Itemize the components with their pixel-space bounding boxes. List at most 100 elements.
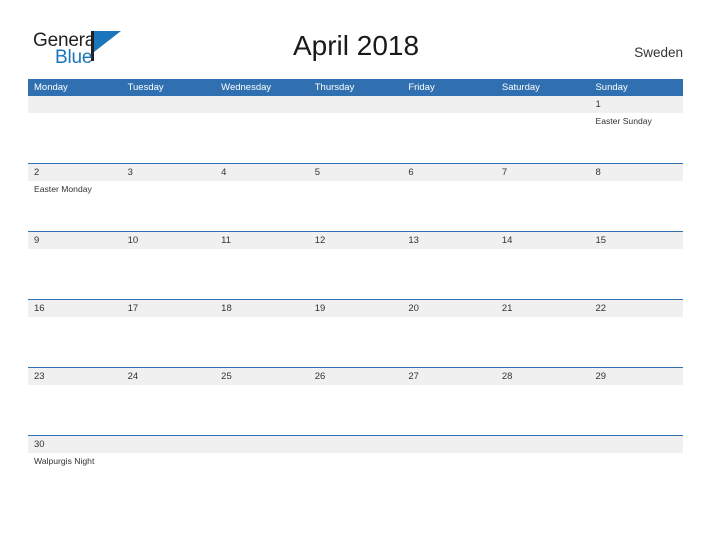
day-number-empty [496, 96, 590, 113]
day-cell-events [589, 249, 683, 299]
calendar-week-row: 16 17 18 19 20 21 22 [28, 299, 683, 367]
day-number-empty [589, 436, 683, 453]
weekday-header-thursday: Thursday [314, 82, 355, 93]
day-number-7[interactable]: 7 [496, 164, 590, 181]
calendar-week-row: 2 3 4 5 6 7 8 Easter Monday [28, 163, 683, 231]
day-cell-events [589, 317, 683, 367]
day-number-25[interactable]: 25 [215, 368, 309, 385]
day-number-empty [496, 436, 590, 453]
day-number-11[interactable]: 11 [215, 232, 309, 249]
weekday-header-tuesday: Tuesday [127, 82, 164, 93]
week-date-band: 16 17 18 19 20 21 22 [28, 300, 683, 317]
day-cell-events [122, 385, 216, 435]
calendar-week-row: 9 10 11 12 13 14 15 [28, 231, 683, 299]
day-number-20[interactable]: 20 [402, 300, 496, 317]
weekday-header-row: Monday Tuesday Wednesday Thursday Friday Satu… [28, 79, 683, 96]
day-cell-events [496, 453, 590, 473]
day-cell-events [309, 249, 403, 299]
day-cell-events [122, 317, 216, 367]
day-cell-events [496, 249, 590, 299]
day-number-19[interactable]: 19 [309, 300, 403, 317]
calendar-week-row: 30 Walpurgis Night [28, 435, 683, 473]
day-number-empty [215, 96, 309, 113]
week-date-band: 1 [28, 96, 683, 113]
week-date-band: 23 24 25 26 27 28 29 [28, 368, 683, 385]
day-number-15[interactable]: 15 [589, 232, 683, 249]
day-cell-events [496, 317, 590, 367]
day-cell-events [215, 385, 309, 435]
day-cell-events [589, 181, 683, 231]
day-number-18[interactable]: 18 [215, 300, 309, 317]
day-number-6[interactable]: 6 [402, 164, 496, 181]
day-number-1[interactable]: 1 [589, 96, 683, 113]
day-cell-events [215, 249, 309, 299]
day-number-3[interactable]: 3 [122, 164, 216, 181]
day-number-17[interactable]: 17 [122, 300, 216, 317]
day-cell-events [589, 385, 683, 435]
holiday-label: Walpurgis Night [34, 456, 95, 466]
day-number-14[interactable]: 14 [496, 232, 590, 249]
day-cell-events: Easter Sunday [589, 113, 683, 163]
week-event-band: Easter Sunday [28, 113, 683, 163]
day-cell-events [309, 453, 403, 473]
day-number-23[interactable]: 23 [28, 368, 122, 385]
day-cell-events [122, 113, 216, 163]
day-cell-events [215, 453, 309, 473]
day-cell-events [496, 113, 590, 163]
day-cell-events [215, 181, 309, 231]
day-cell-events [215, 317, 309, 367]
holiday-label: Easter Sunday [595, 116, 652, 126]
day-cell-events [122, 453, 216, 473]
day-number-22[interactable]: 22 [589, 300, 683, 317]
day-cell-events [402, 317, 496, 367]
day-number-empty [122, 96, 216, 113]
day-cell-events [402, 385, 496, 435]
week-event-band: Walpurgis Night [28, 453, 683, 473]
day-number-27[interactable]: 27 [402, 368, 496, 385]
day-number-21[interactable]: 21 [496, 300, 590, 317]
day-cell-events [28, 317, 122, 367]
week-date-band: 9 10 11 12 13 14 15 [28, 232, 683, 249]
day-cell-events [496, 385, 590, 435]
day-number-empty [215, 436, 309, 453]
page-title: April 2018 [292, 30, 420, 61]
day-cell-events [309, 385, 403, 435]
week-event-band: Easter Monday [28, 181, 683, 231]
day-number-empty [309, 96, 403, 113]
day-number-empty [122, 436, 216, 453]
day-cell-events [402, 453, 496, 473]
week-event-band [28, 249, 683, 299]
calendar-week-row: 1 Easter Sunday [28, 96, 683, 163]
day-number-2[interactable]: 2 [28, 164, 122, 181]
day-cell-events [402, 249, 496, 299]
day-number-29[interactable]: 29 [589, 368, 683, 385]
day-number-13[interactable]: 13 [402, 232, 496, 249]
day-cell-events [309, 317, 403, 367]
day-cell-events [402, 181, 496, 231]
day-cell-events [496, 181, 590, 231]
weekday-header-wednesday: Wednesday [221, 82, 272, 93]
calendar-page: General Blue April 2018 Sweden Monday Tue… [0, 0, 712, 550]
day-number-24[interactable]: 24 [122, 368, 216, 385]
page-header: General Blue April 2018 Sweden [0, 0, 712, 76]
weekday-header-sunday: Sunday [595, 82, 628, 93]
day-cell-events [28, 249, 122, 299]
day-number-5[interactable]: 5 [309, 164, 403, 181]
calendar-week-rows: 1 Easter Sunday 2 3 4 5 6 7 8 Easter Monday 9 10 11 1… [28, 96, 683, 473]
day-number-30[interactable]: 30 [28, 436, 122, 453]
day-number-26[interactable]: 26 [309, 368, 403, 385]
holiday-label: Easter Monday [34, 184, 92, 194]
day-number-empty [28, 96, 122, 113]
day-number-9[interactable]: 9 [28, 232, 122, 249]
day-number-4[interactable]: 4 [215, 164, 309, 181]
day-number-8[interactable]: 8 [589, 164, 683, 181]
day-number-10[interactable]: 10 [122, 232, 216, 249]
day-number-empty [309, 436, 403, 453]
day-number-empty [402, 96, 496, 113]
weekday-header-friday: Friday [408, 82, 435, 93]
day-number-16[interactable]: 16 [28, 300, 122, 317]
day-number-12[interactable]: 12 [309, 232, 403, 249]
calendar-week-row: 23 24 25 26 27 28 29 [28, 367, 683, 435]
day-number-28[interactable]: 28 [496, 368, 590, 385]
country-label: Sweden [634, 45, 683, 60]
